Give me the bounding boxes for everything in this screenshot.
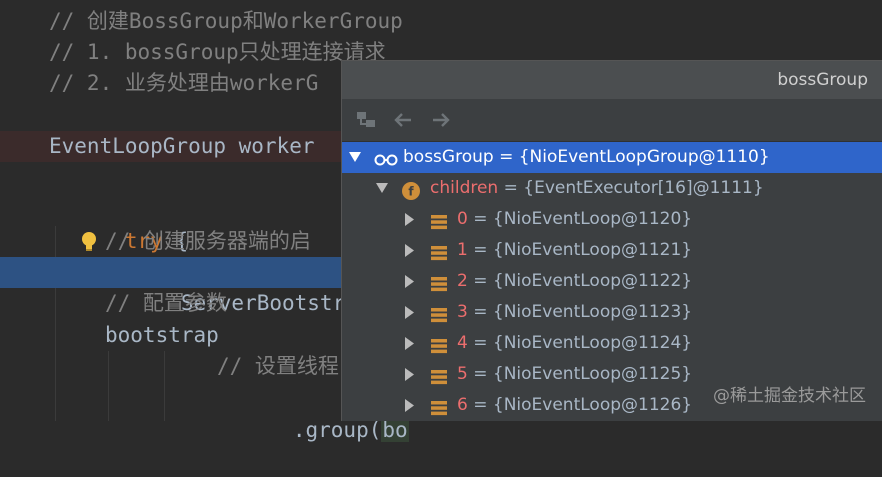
code-text: EventLoopGroup worker bbox=[49, 131, 315, 162]
variable-value: = {NioEventLoop@1124} bbox=[473, 333, 692, 353]
variables-tree[interactable]: bossGroup = {NioEventLoopGroup@1110} f c… bbox=[342, 142, 882, 421]
variable-value: = {EventExecutor[16]@1111} bbox=[504, 178, 764, 198]
expand-right-icon[interactable] bbox=[402, 328, 416, 359]
list-item-icon bbox=[430, 242, 448, 260]
debug-inspect-popup[interactable]: bossGroup bbox=[341, 60, 882, 421]
code-comment: // 2. 业务处理由workerG bbox=[49, 68, 318, 99]
variable-name[interactable]: bo bbox=[381, 418, 408, 442]
variable-value: = {NioEventLoop@1123} bbox=[473, 302, 692, 322]
tree-row-item[interactable]: 1 = {NioEventLoop@1121} bbox=[342, 235, 882, 266]
expand-right-icon[interactable] bbox=[402, 390, 416, 421]
list-item-icon bbox=[430, 335, 448, 353]
arrow-right-icon[interactable] bbox=[428, 107, 454, 133]
list-item-icon bbox=[430, 397, 448, 415]
variable-value: = {NioEventLoop@1126} bbox=[473, 395, 692, 415]
expand-right-icon[interactable] bbox=[402, 266, 416, 297]
expand-down-icon[interactable] bbox=[348, 142, 362, 173]
variable-label: 2 bbox=[457, 271, 468, 291]
tree-row-item[interactable]: 4 = {NioEventLoop@1124} bbox=[342, 328, 882, 359]
tree-row-item[interactable]: 2 = {NioEventLoop@1122} bbox=[342, 266, 882, 297]
code-text: bootstrap bbox=[105, 320, 219, 351]
variable-label: bossGroup bbox=[403, 147, 494, 167]
variable-label: children bbox=[430, 178, 498, 198]
watch-glasses-icon bbox=[373, 149, 399, 167]
field-icon: f bbox=[402, 180, 420, 198]
code-comment: // 1. bossGroup只处理连接请求 bbox=[49, 37, 386, 68]
expand-right-icon[interactable] bbox=[402, 235, 416, 266]
variable-label: 6 bbox=[457, 395, 468, 415]
tree-row-root[interactable]: bossGroup = {NioEventLoopGroup@1110} bbox=[342, 142, 882, 173]
variable-value: = {NioEventLoop@1121} bbox=[473, 240, 692, 260]
code-comment: // 配置参数 bbox=[105, 288, 227, 319]
variable-value: = {NioEventLoop@1122} bbox=[473, 271, 692, 291]
arrow-left-icon[interactable] bbox=[390, 107, 416, 133]
code-comment: // 创建BossGroup和WorkerGroup bbox=[49, 6, 403, 37]
tree-row-item[interactable]: 0 = {NioEventLoop@1120} bbox=[342, 204, 882, 235]
popup-title[interactable]: bossGroup bbox=[342, 61, 882, 99]
list-item-icon bbox=[430, 211, 448, 229]
variable-value: = {NioEventLoopGroup@1110} bbox=[499, 147, 770, 167]
tree-row-children[interactable]: f children = {EventExecutor[16]@1111} bbox=[342, 173, 882, 204]
popup-toolbar bbox=[342, 99, 882, 142]
code-comment: // 设置线程 bbox=[217, 351, 339, 382]
expand-right-icon[interactable] bbox=[402, 297, 416, 328]
variable-label: 1 bbox=[457, 240, 468, 260]
variable-value: = {NioEventLoop@1120} bbox=[473, 209, 692, 229]
hierarchy-icon[interactable] bbox=[354, 107, 380, 133]
list-item-icon bbox=[430, 304, 448, 322]
expand-down-icon[interactable] bbox=[375, 173, 389, 204]
expand-right-icon[interactable] bbox=[402, 359, 416, 390]
variable-label: 5 bbox=[457, 364, 468, 384]
watermark: @稀土掘金技术社区 bbox=[713, 381, 866, 406]
expand-right-icon[interactable] bbox=[402, 204, 416, 235]
tree-row-item[interactable]: 3 = {NioEventLoop@1123} bbox=[342, 297, 882, 328]
variable-label: 3 bbox=[457, 302, 468, 322]
variable-value: = {NioEventLoop@1125} bbox=[473, 364, 692, 384]
variable-label: 4 bbox=[457, 333, 468, 353]
code-line[interactable]: // 创建BossGroup和WorkerGroup bbox=[0, 6, 882, 37]
variable-label: 0 bbox=[457, 209, 468, 229]
svg-text:f: f bbox=[408, 185, 414, 199]
code-comment: // 创建服务器端的启 bbox=[105, 226, 311, 257]
list-item-icon bbox=[430, 273, 448, 291]
code-text: .group( bbox=[293, 418, 382, 442]
list-item-icon bbox=[430, 366, 448, 384]
